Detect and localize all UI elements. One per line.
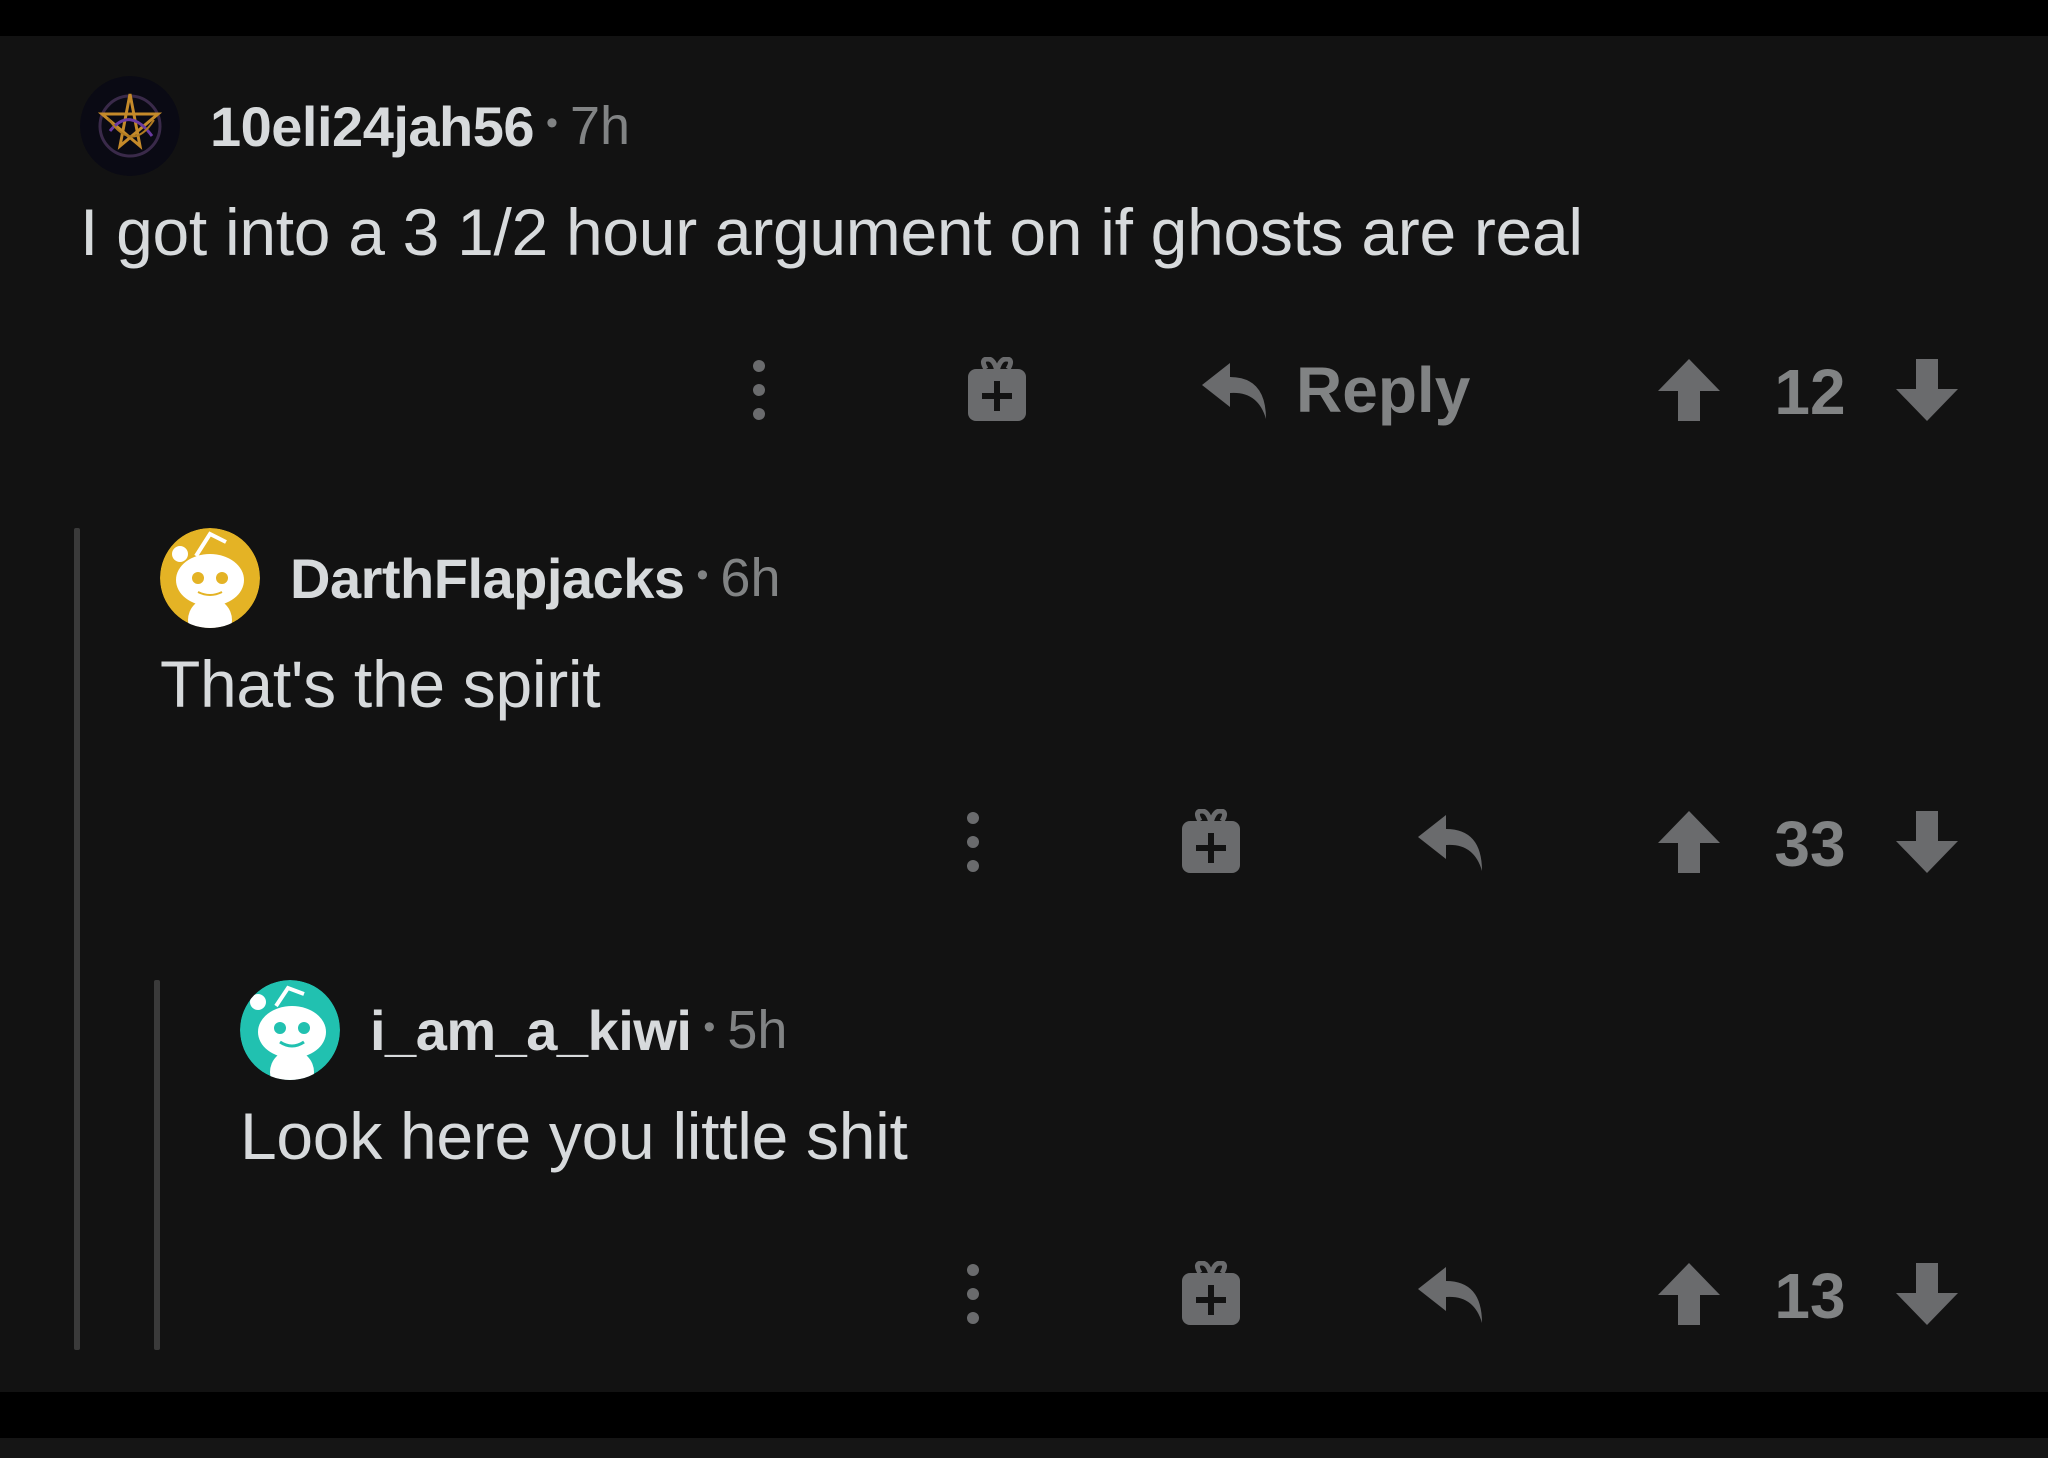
timestamp: 7h [569,96,631,156]
reply-icon [1418,815,1482,871]
username[interactable]: i_am_a_kiwi [370,998,692,1063]
user-avatar[interactable] [80,76,180,176]
reply-button[interactable]: Reply [1200,350,1500,430]
vote-score: 13 [1774,1260,1846,1332]
more-vertical-icon [967,812,979,872]
upvote-button[interactable] [1654,806,1724,878]
reply-icon [1202,363,1266,419]
user-avatar[interactable] [240,980,340,1080]
username[interactable]: DarthFlapjacks [290,546,685,611]
snoo-avatar-icon [160,528,260,628]
upvote-button[interactable] [1654,1258,1724,1330]
comment-text: I got into a 3 1/2 hour argument on if g… [80,195,1583,269]
downvote-arrow-icon [1896,811,1958,873]
separator-dot: • [696,555,709,594]
downvote-button[interactable] [1892,1258,1962,1330]
gift-icon [968,357,1026,421]
vote-score: 33 [1774,808,1846,880]
upvote-arrow-icon [1658,359,1720,421]
thread-line-level-2[interactable] [154,980,160,1350]
downvote-arrow-icon [1896,359,1958,421]
gift-icon [1182,809,1240,873]
vote-score: 12 [1774,356,1846,428]
bottom-bar [0,1438,2048,1458]
gift-icon [1182,1261,1240,1325]
timestamp: 5h [727,1000,788,1060]
downvote-button[interactable] [1892,806,1962,878]
award-button[interactable] [1176,804,1246,880]
more-options-button[interactable] [728,352,790,428]
more-vertical-icon [967,1264,979,1324]
downvote-arrow-icon [1896,1263,1958,1325]
comment-text: That's the spirit [160,647,601,721]
more-vertical-icon [753,360,765,420]
upvote-arrow-icon [1658,1263,1720,1325]
reply-icon [1418,1267,1482,1323]
separator-dot: • [703,1007,716,1046]
comment-header: 10eli24jah56 • 7h [80,76,630,176]
snoo-avatar-icon [240,980,340,1080]
timestamp: 6h [720,548,781,608]
award-button[interactable] [962,352,1032,428]
downvote-button[interactable] [1892,354,1962,426]
comment-text: Look here you little shit [240,1099,908,1173]
comment-header: i_am_a_kiwi • 5h [240,980,787,1080]
reply-button[interactable] [1414,1256,1490,1332]
thread-line-level-1[interactable] [74,528,80,1350]
separator-dot: • [546,103,558,142]
upvote-arrow-icon [1658,811,1720,873]
award-button[interactable] [1176,1256,1246,1332]
reply-label: Reply [1296,354,1471,426]
upvote-button[interactable] [1654,354,1724,426]
pentagram-avatar-icon [80,76,180,176]
more-options-button[interactable] [942,804,1004,880]
username[interactable]: 10eli24jah56 [210,94,535,159]
user-avatar[interactable] [160,528,260,628]
more-options-button[interactable] [942,1256,1004,1332]
comment-header: DarthFlapjacks • 6h [160,528,780,628]
reply-button[interactable] [1414,804,1490,880]
